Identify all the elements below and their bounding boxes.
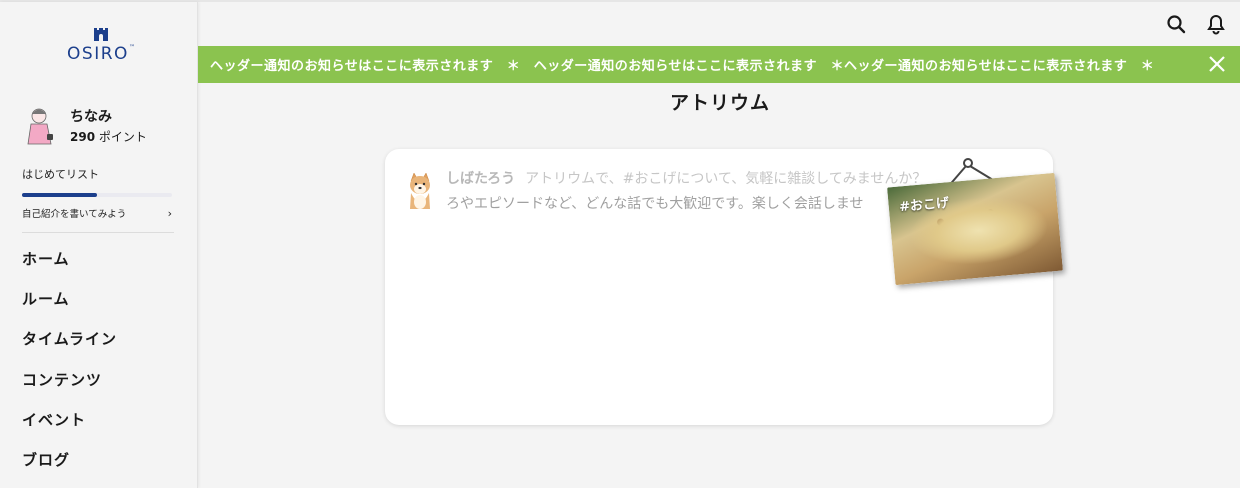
main-nav: ホーム ルーム タイムライン コンテンツ イベント ブログ [22, 247, 182, 488]
nav-item-rooms[interactable]: ルーム [22, 287, 182, 327]
user-profile[interactable]: ちなみ 290 ポイント [22, 104, 182, 148]
sidebar: OSIRO™ ちなみ 290 ポイント はじめてリスト 自己紹介を書いてみよう … [0, 2, 198, 488]
points-value: 290 [70, 130, 96, 144]
close-icon[interactable] [1208, 55, 1226, 73]
osiro-logo[interactable]: OSIRO™ [60, 26, 142, 70]
okoge-rice-photo [887, 172, 1063, 286]
notification-banner[interactable]: ヘッダー通知のお知らせはここに表示されます ＊ ヘッダー通知のお知らせはここに表… [198, 46, 1240, 83]
nav-item-home[interactable]: ホーム [22, 247, 182, 287]
points-unit: ポイント [98, 130, 147, 144]
bell-icon[interactable] [1205, 13, 1227, 35]
post-line-1-text: アトリウムで、#おこげについて、気軽に雑談してみませんか？ [525, 171, 927, 187]
checklist-progress-bar [22, 193, 172, 197]
post-text: しばたろう アトリウムで、#おこげについて、気軽に雑談してみませんか？ ろやエピソ… [446, 167, 956, 217]
topic-tag-card[interactable]: #おこげ [887, 158, 1067, 286]
page-title: アトリウム [669, 92, 770, 114]
nav-item-timeline[interactable]: タイムライン [22, 327, 182, 367]
shiba-dog-avatar [410, 172, 430, 209]
user-points: 290 ポイント [70, 128, 147, 145]
nav-item-events[interactable]: イベント [22, 408, 182, 448]
user-name: ちなみ [70, 109, 112, 125]
nav-item-blog[interactable]: ブログ [22, 448, 182, 488]
checklist-title: はじめてリスト [22, 168, 99, 181]
post-author[interactable]: しばたろう [446, 171, 515, 187]
nav-item-contents[interactable]: コンテンツ [22, 368, 182, 408]
post-line-1: しばたろう アトリウムで、#おこげについて、気軽に雑談してみませんか？ [446, 167, 956, 192]
search-icon[interactable] [1165, 13, 1187, 35]
logo-wordmark: OSIRO™ [67, 44, 135, 64]
post-line-2: ろやエピソードなど、どんな話でも大歓迎です。楽しく会話しませ [446, 196, 864, 212]
checklist-task-label: 自己紹介を書いてみよう [22, 209, 127, 220]
banner-text: ヘッダー通知のお知らせはここに表示されます ＊ ヘッダー通知のお知らせはここに表… [210, 59, 1155, 74]
checklist-progress-fill [22, 193, 97, 197]
sidebar-divider [22, 232, 174, 233]
checklist-task-link[interactable]: 自己紹介を書いてみよう › [22, 206, 174, 222]
castle-logo-icon [94, 28, 108, 41]
chevron-right-icon: › [167, 207, 172, 220]
user-avatar [27, 108, 53, 145]
